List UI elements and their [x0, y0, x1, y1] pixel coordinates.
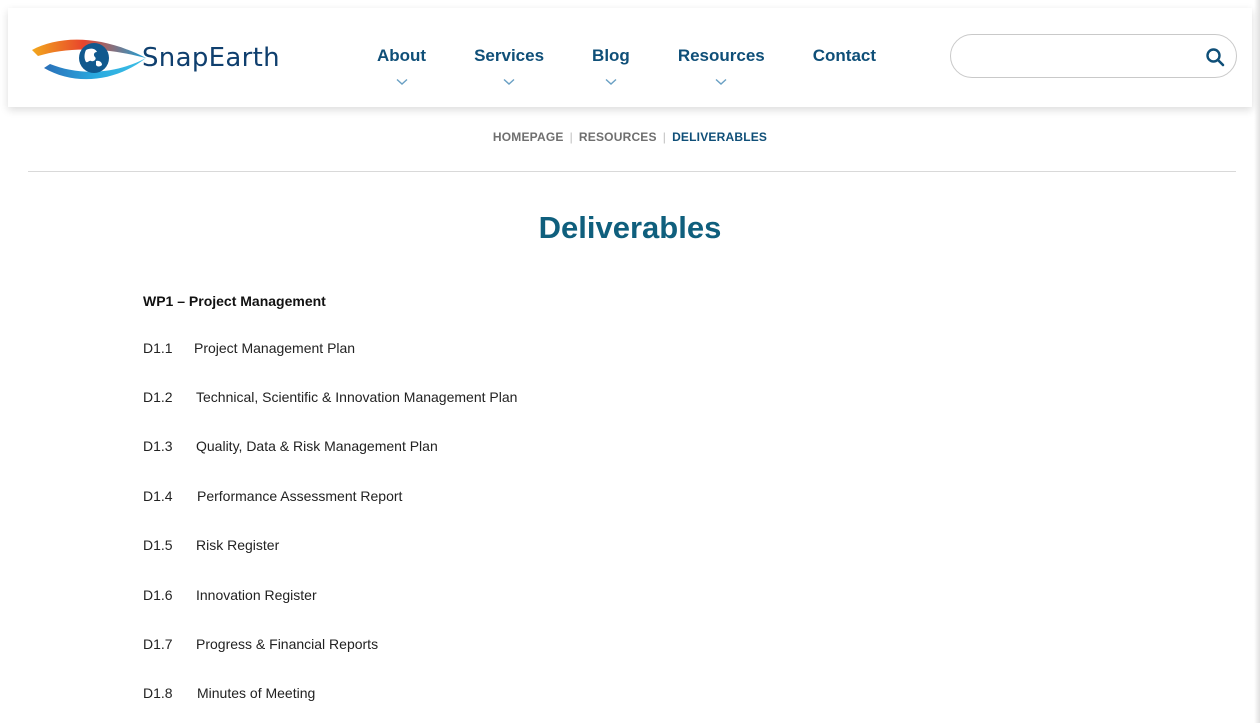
- breadcrumb: HOMEPAGE | RESOURCES | DELIVERABLES: [0, 130, 1260, 144]
- nav-blog-label: Blog: [592, 46, 630, 65]
- nav-about[interactable]: About: [353, 8, 450, 107]
- eye-globe-logo-icon: [32, 39, 146, 80]
- deliverable-name: Progress & Financial Reports: [196, 636, 379, 652]
- deliverable-name: Quality, Data & Risk Management Plan: [196, 438, 438, 454]
- breadcrumb-separator: |: [662, 130, 667, 144]
- nav-services-label: Services: [474, 46, 545, 65]
- nav-services[interactable]: Services: [450, 8, 568, 107]
- deliverable-name: Performance Assessment Report: [197, 488, 403, 504]
- breadcrumb-separator: |: [569, 130, 573, 144]
- deliverable-item[interactable]: D1.1 Project Management Plan: [143, 340, 355, 356]
- deliverable-code: D1.6: [143, 587, 173, 603]
- breadcrumb-homepage[interactable]: HOMEPAGE: [493, 130, 564, 144]
- nav-contact-label: Contact: [812, 46, 877, 65]
- logo[interactable]: SnapEarth: [30, 28, 310, 88]
- chevron-down-icon: [503, 78, 515, 85]
- nav-resources-label: Resources: [677, 46, 765, 65]
- deliverable-code: D1.8: [143, 685, 173, 701]
- deliverable-item[interactable]: D1.2 Technical, Scientific & Innovation M…: [143, 389, 517, 405]
- breadcrumb-resources[interactable]: RESOURCES: [579, 130, 657, 144]
- chevron-down-icon: [605, 78, 617, 85]
- search-input[interactable]: [969, 43, 1189, 69]
- chevron-down-icon: [715, 78, 727, 85]
- breadcrumb-deliverables: DELIVERABLES: [672, 130, 768, 144]
- chevron-down-icon: [396, 78, 408, 85]
- deliverable-name: Technical, Scientific & Innovation Manag…: [196, 389, 518, 405]
- nav-blog[interactable]: Blog: [568, 8, 654, 107]
- page: SnapEarth About Services Blog Resources …: [0, 0, 1260, 723]
- deliverable-item[interactable]: D1.6 Innovation Register: [143, 587, 317, 603]
- nav-contact[interactable]: Contact: [789, 8, 900, 107]
- brand-name: SnapEarth: [142, 43, 280, 73]
- deliverable-code: D1.4: [143, 488, 173, 504]
- deliverable-code: D1.1: [143, 340, 173, 356]
- page-title: Deliverables: [538, 210, 722, 245]
- deliverable-name: Innovation Register: [196, 587, 317, 603]
- deliverable-item[interactable]: D1.5 Risk Register: [143, 537, 279, 553]
- section-heading: WP1 – Project Management: [143, 293, 326, 309]
- deliverable-name: Minutes of Meeting: [197, 685, 316, 701]
- nav-about-label: About: [377, 46, 427, 65]
- deliverable-item[interactable]: D1.7 Progress & Financial Reports: [143, 636, 378, 652]
- main-nav: About Services Blog Resources Contact: [353, 8, 900, 107]
- site-header: SnapEarth About Services Blog Resources …: [8, 8, 1252, 107]
- deliverable-item[interactable]: D1.3 Quality, Data & Risk Management Plan: [143, 438, 438, 454]
- nav-resources[interactable]: Resources: [654, 8, 789, 107]
- deliverable-code: D1.5: [143, 537, 173, 553]
- deliverable-item[interactable]: D1.8 Minutes of Meeting: [143, 685, 315, 701]
- search-icon[interactable]: [1204, 46, 1226, 68]
- deliverable-code: D1.3: [143, 438, 173, 454]
- divider: [28, 171, 1236, 172]
- deliverable-item[interactable]: D1.4 Performance Assessment Report: [143, 488, 402, 504]
- deliverable-code: D1.2: [143, 389, 173, 405]
- deliverable-code: D1.7: [143, 636, 173, 652]
- deliverable-name: Project Management Plan: [194, 340, 356, 356]
- search-box: [950, 34, 1237, 78]
- deliverable-name: Risk Register: [196, 537, 280, 553]
